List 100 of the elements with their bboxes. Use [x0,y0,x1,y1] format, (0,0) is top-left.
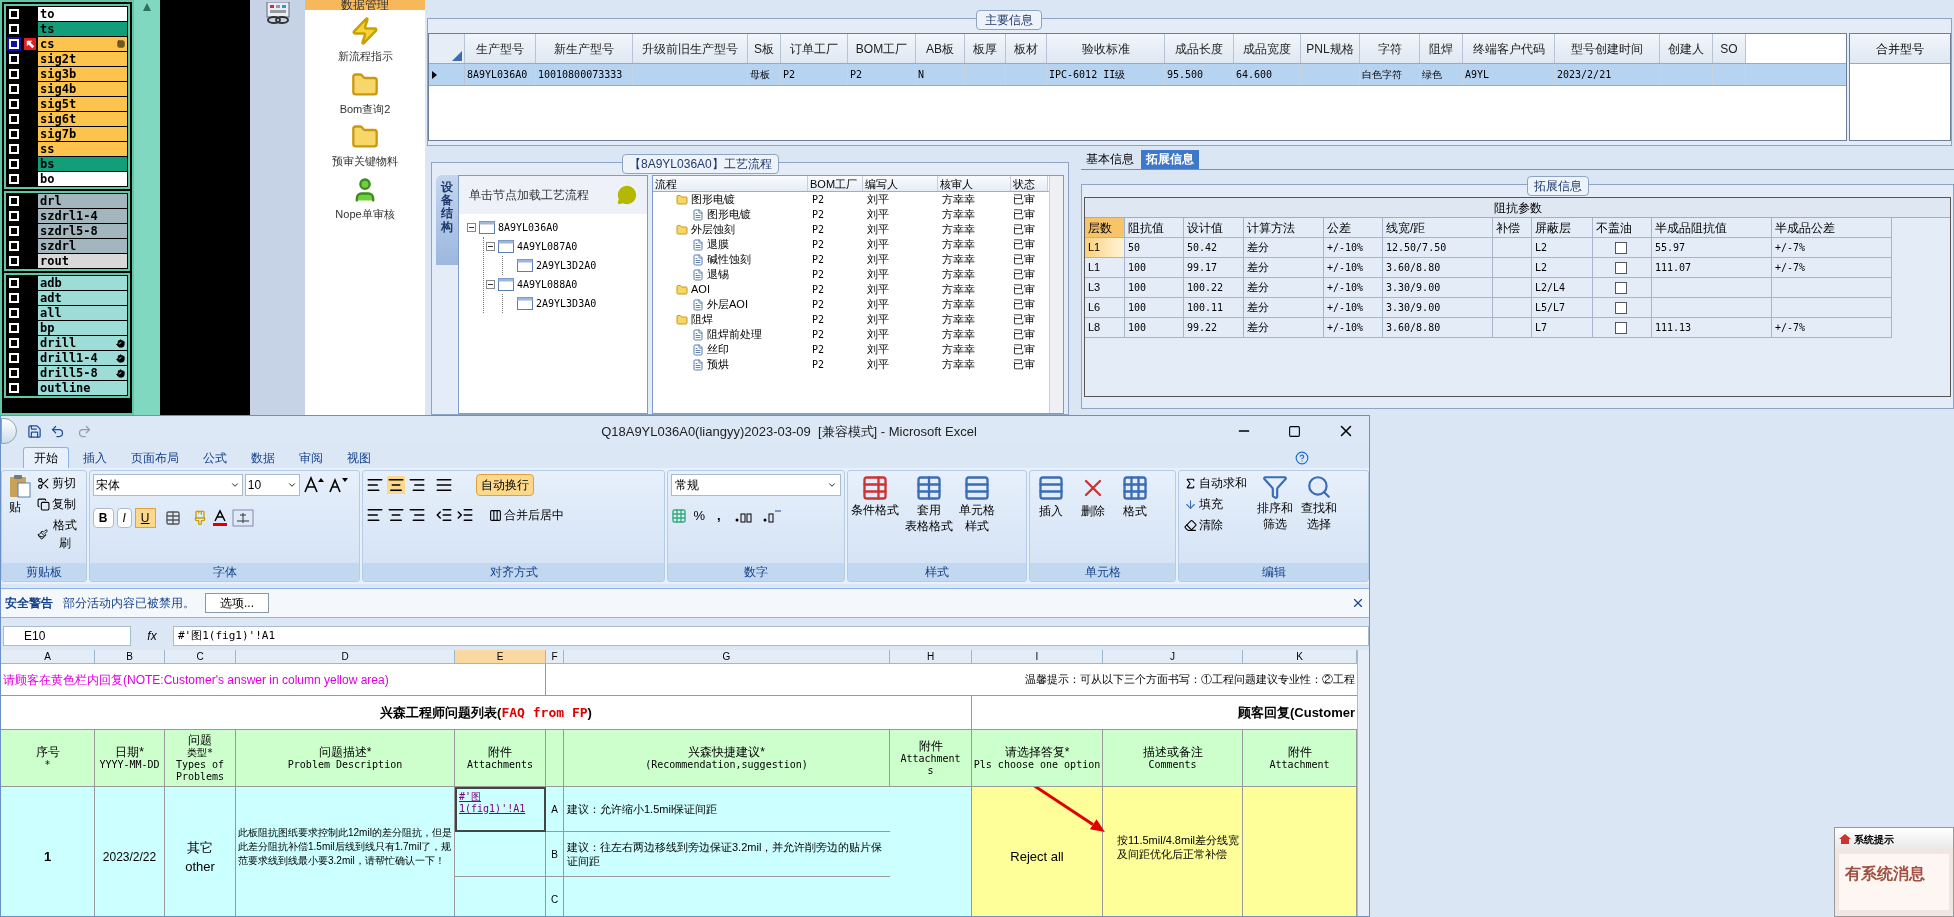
layer-label[interactable]: sig3b [38,67,127,81]
layer-label[interactable]: drill1-4 [38,351,127,365]
tree-item[interactable]: 外层AOI [707,297,748,312]
column-header[interactable]: 线宽/距 [1383,218,1493,238]
fill-button[interactable]: 填充 [1182,495,1250,513]
number-format-field[interactable]: 常规 [671,474,842,496]
tree-item[interactable]: 丝印 [707,342,729,357]
column-header[interactable]: 屏蔽层 [1532,218,1593,238]
maximize-icon[interactable] [1288,424,1301,438]
tree-item[interactable]: 图形电镀 [707,207,751,222]
close-icon[interactable] [1351,596,1365,610]
font-size-field[interactable]: 10 [244,474,300,496]
paste-button[interactable]: 贴 [9,474,31,552]
column-header[interactable]: 创建人 [1660,34,1713,63]
column-header[interactable]: AB板 [916,34,965,63]
clear-button[interactable]: 清除 [1182,516,1250,534]
help-icon[interactable] [1295,451,1309,465]
layer-label[interactable]: bs [38,157,127,171]
layer-label[interactable]: szdrl [38,239,127,253]
ribbon-tab[interactable]: 插入 [73,448,117,468]
column-header[interactable]: 编写人 [863,176,938,191]
tree-item[interactable]: 预烘 [707,357,729,372]
bold-button[interactable]: B [92,508,114,528]
function-button[interactable]: fx [137,627,167,645]
ribbon-button[interactable]: 插入 [1038,502,1063,520]
column-header[interactable]: G [564,650,890,664]
align-center-icon[interactable] [387,506,406,524]
ribbon-tab[interactable]: 视图 [337,448,381,468]
italic-button[interactable]: I [116,508,132,528]
ribbon-button[interactable]: 单元格 样式 [959,502,996,534]
column-header[interactable]: 核审人 [938,176,1011,191]
column-header[interactable]: B [95,650,165,664]
merge-button[interactable]: 合并后居中 [487,506,567,524]
layer-label[interactable]: adb [38,276,127,290]
column-header[interactable]: 板厚 [965,34,1006,63]
layer-label[interactable]: sig6t [38,112,127,126]
align-right-icon[interactable] [408,506,427,524]
column-header[interactable]: 终端客户代码 [1463,34,1555,63]
scrollbar[interactable] [1049,176,1063,413]
format-painter-button[interactable]: 格式刷 [35,516,83,552]
column-header[interactable]: C [165,650,236,664]
column-header[interactable]: 阻抗值 [1125,218,1184,238]
tab[interactable]: 基本信息 [1081,150,1139,169]
column-header[interactable]: 合并型号 [1850,34,1950,64]
column-header[interactable]: 阻焊 [1420,34,1463,63]
layer-label[interactable]: szdrl5-8 [38,224,127,238]
tree-item[interactable]: 外层蚀刻 [691,222,735,237]
layer-label[interactable]: all [38,306,127,320]
column-header[interactable]: 流程 [653,176,808,191]
column-header[interactable]: 设计值 [1184,218,1244,238]
column-header[interactable]: SO [1713,34,1746,63]
name-box[interactable]: E10 [3,626,131,646]
column-header[interactable]: 型号创建时间 [1555,34,1660,63]
layer-label[interactable]: adt [38,291,127,305]
column-header[interactable]: 订单工厂 [781,34,848,63]
column-header[interactable]: 新生产型号 [536,34,633,63]
layer-label[interactable]: drill [38,336,127,350]
column-header[interactable]: 不盖油 [1593,218,1652,238]
align-top-icon[interactable] [366,476,385,494]
align-middle-icon[interactable] [387,476,406,494]
wrap-text-button[interactable]: 自动换行 [476,474,535,496]
percent-button[interactable]: % [693,506,705,526]
ribbon-tab[interactable]: 公式 [193,448,237,468]
layer-label[interactable]: sig4b [38,82,127,96]
checkbox[interactable] [1615,301,1627,314]
save-icon[interactable] [27,423,42,439]
column-header[interactable]: 成品宽度 [1234,34,1301,63]
column-header[interactable]: 状态 [1011,176,1048,191]
ribbon-tab[interactable]: 审阅 [289,448,333,468]
column-header[interactable]: J [1103,650,1243,664]
column-header[interactable]: H [890,650,972,664]
layer-label[interactable]: sig5t [38,97,127,111]
border-icon[interactable] [164,510,181,526]
layer-label[interactable]: ts [38,22,127,36]
column-header[interactable]: 升级前旧生产型号 [633,34,748,63]
ribbon-button[interactable]: 排序和 筛选 [1257,500,1294,532]
underline-button[interactable]: U [134,508,156,528]
decrease-indent-icon[interactable] [435,506,454,524]
tree-item[interactable]: 退锡 [707,267,729,282]
formula-field[interactable]: #'图1(fig1)'!A1 [173,626,1369,646]
scroll-up-icon[interactable] [142,2,152,12]
align-bottom-icon[interactable] [408,476,427,494]
answer-field[interactable]: Reject all [972,787,1103,916]
column-header[interactable]: 层数 [1085,218,1125,238]
tree-item[interactable]: 8A9YL036A0 [498,220,559,235]
tree-item[interactable]: AOI [691,282,710,297]
comma-button[interactable]: , [711,506,727,526]
layer-label[interactable]: outline [38,381,127,395]
layer-label[interactable]: drl [38,194,127,208]
column-header[interactable]: BOM工厂 [808,176,863,191]
tree-item[interactable]: 2A9YL3D2A0 [536,258,597,273]
column-header[interactable]: 生产型号 [465,34,536,63]
scrollbar[interactable] [1357,650,1369,916]
layer-label[interactable]: drill5-8 [38,366,127,380]
column-header[interactable]: K [1243,650,1357,664]
tree-item[interactable]: 2A9YL3D3A0 [536,296,597,311]
nav-item[interactable]: 新流程指示 [337,48,393,65]
tree-item[interactable]: 碱性蚀刻 [707,252,751,267]
column-header[interactable]: BOM工厂 [848,34,916,63]
column-header[interactable]: D [236,650,455,664]
